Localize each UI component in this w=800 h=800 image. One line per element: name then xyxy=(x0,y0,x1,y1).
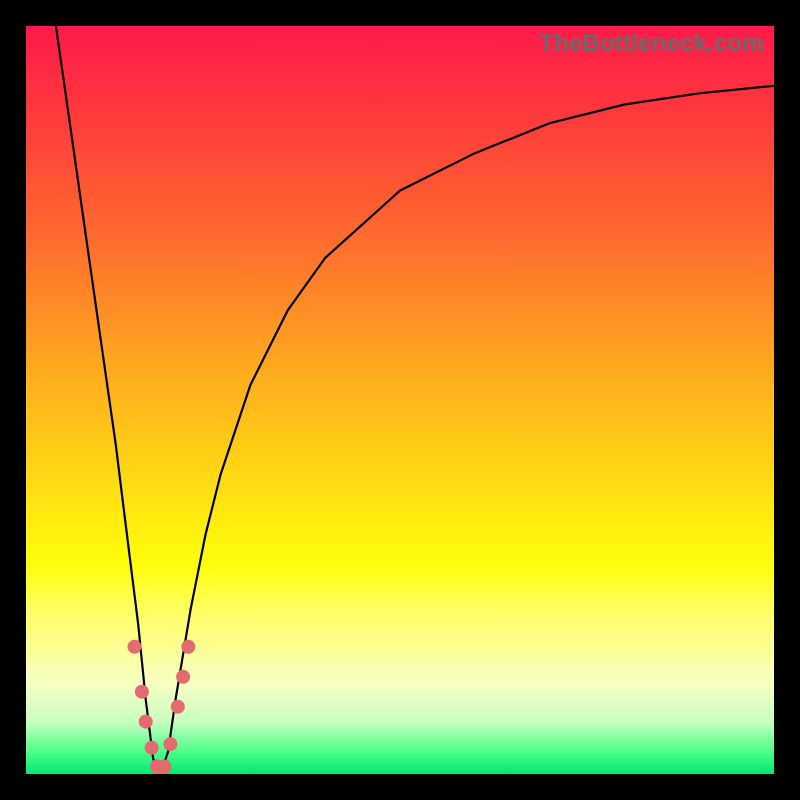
highlight-dot xyxy=(157,760,171,774)
bottleneck-curve xyxy=(56,26,774,774)
highlight-dot xyxy=(181,640,195,654)
highlight-dot xyxy=(135,685,149,699)
highlight-dot xyxy=(171,700,185,714)
chart-frame: TheBottleneck.com xyxy=(0,0,800,800)
highlight-dots xyxy=(128,640,196,774)
plot-area: TheBottleneck.com xyxy=(26,26,774,774)
highlight-dot xyxy=(176,670,190,684)
curve-layer xyxy=(26,26,774,774)
highlight-dot xyxy=(145,741,159,755)
highlight-dot xyxy=(139,715,153,729)
highlight-dot xyxy=(128,640,142,654)
highlight-dot xyxy=(163,737,177,751)
